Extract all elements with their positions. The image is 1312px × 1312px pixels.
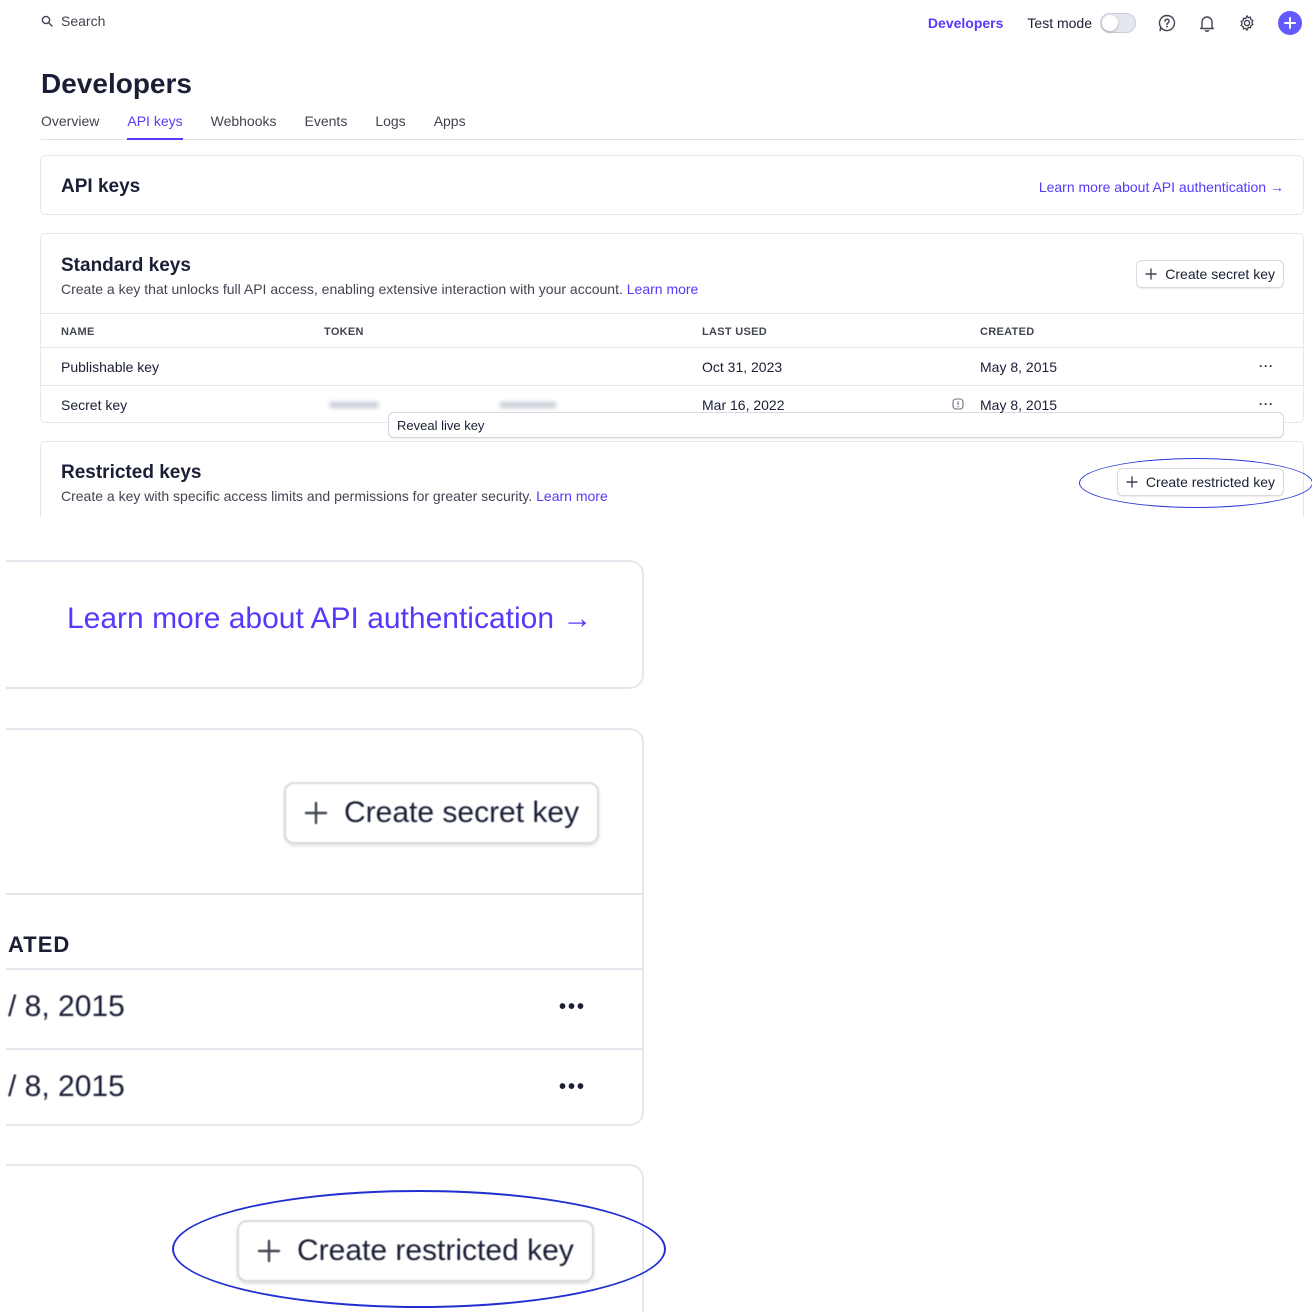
key-name: Secret key <box>61 397 128 413</box>
row-more-menu[interactable]: ··· <box>1259 397 1274 411</box>
standard-keys-card: Standard keys Create a key that unlocks … <box>40 233 1304 438</box>
plus-icon <box>1145 268 1157 280</box>
info-icon[interactable] <box>952 398 964 410</box>
tab-logs[interactable]: Logs <box>375 112 405 140</box>
column-token: TOKEN <box>324 326 364 338</box>
standard-keys-title: Standard keys <box>61 255 191 276</box>
key-last-used: Mar 16, 2022 <box>702 397 785 413</box>
zoom-created-date: / 8, 2015 <box>8 1070 125 1103</box>
tab-webhooks[interactable]: Webhooks <box>211 112 277 140</box>
column-name: NAME <box>61 326 95 338</box>
api-keys-title: API keys <box>61 176 141 197</box>
tab-events[interactable]: Events <box>305 112 348 140</box>
create-secret-key-button[interactable]: Create secret key <box>1136 260 1284 288</box>
developers-link[interactable]: Developers <box>928 15 1003 31</box>
row-more-menu[interactable]: ··· <box>1259 359 1274 373</box>
search-icon <box>41 15 53 27</box>
gear-icon[interactable] <box>1238 14 1256 32</box>
column-created: CREATED <box>980 326 1035 338</box>
zoom-standard-keys-card: Create secret key ATED / 8, 2015 ••• / 8… <box>6 728 644 1126</box>
table-header: NAME TOKEN LAST USED CREATED <box>41 313 1303 348</box>
standard-keys-description: Create a key that unlocks full API acces… <box>61 281 698 297</box>
key-last-used: Oct 31, 2023 <box>702 359 783 375</box>
divider <box>6 1048 642 1050</box>
zoom-column-created: ATED <box>8 932 71 957</box>
divider <box>6 893 642 895</box>
zoom-highlight-ellipse <box>172 1190 666 1308</box>
zoom-create-secret-key-button[interactable]: Create secret key <box>284 782 600 844</box>
restricted-keys-desc-text: Create a key with specific access limits… <box>61 488 533 504</box>
zoom-created-date: / 8, 2015 <box>8 990 125 1023</box>
divider <box>6 968 642 970</box>
column-last-used: LAST USED <box>702 326 768 338</box>
highlight-ellipse <box>1079 458 1312 508</box>
test-mode-toggle[interactable] <box>1100 13 1136 33</box>
restricted-keys-title: Restricted keys <box>61 462 202 483</box>
table-row[interactable]: Secret key Reveal live key Mar 16, 2022 … <box>41 386 1303 438</box>
plus-icon <box>304 801 328 825</box>
key-name: Publishable key <box>61 359 160 375</box>
reveal-live-key-button[interactable]: Reveal live key <box>388 412 1284 438</box>
search-input[interactable]: Search <box>41 13 105 29</box>
tab-overview[interactable]: Overview <box>41 112 99 140</box>
search-placeholder: Search <box>61 13 106 29</box>
zoom-create-secret-key-label: Create secret key <box>344 796 580 829</box>
standard-keys-learn-more[interactable]: Learn more <box>627 281 699 297</box>
key-created: May 8, 2015 <box>980 397 1058 413</box>
zoom-api-keys-card: Learn more about API authentication → <box>6 560 644 689</box>
create-plus-button[interactable] <box>1278 11 1302 35</box>
learn-api-auth-link[interactable]: Learn more about API authentication → <box>1039 179 1284 195</box>
zoom-row-more-menu[interactable]: ••• <box>559 1076 586 1099</box>
restricted-keys-description: Create a key with specific access limits… <box>61 488 608 504</box>
tab-bar: Overview API keys Webhooks Events Logs A… <box>41 112 1303 140</box>
create-secret-key-label: Create secret key <box>1165 266 1275 282</box>
keys-table: NAME TOKEN LAST USED CREATED Publishable… <box>41 313 1303 438</box>
key-created: May 8, 2015 <box>980 359 1058 375</box>
page-title: Developers <box>41 68 192 99</box>
tab-api-keys[interactable]: API keys <box>127 112 183 140</box>
tab-apps[interactable]: Apps <box>434 112 466 140</box>
api-keys-card: API keys Learn more about API authentica… <box>40 155 1304 215</box>
zoom-row-more-menu[interactable]: ••• <box>559 996 586 1019</box>
zoom-learn-api-auth-link[interactable]: Learn more about API authentication → <box>67 602 592 636</box>
table-row[interactable]: Publishable key Oct 31, 2023 May 8, 2015… <box>41 348 1303 386</box>
test-mode-label: Test mode <box>1027 15 1092 31</box>
plus-icon <box>1284 17 1296 29</box>
top-bar: Search Developers Test mode <box>0 0 1312 46</box>
standard-keys-desc-text: Create a key that unlocks full API acces… <box>61 281 623 297</box>
zoom-inset: Learn more about API authentication → Cr… <box>0 540 1312 1312</box>
help-icon[interactable] <box>1158 14 1176 32</box>
bell-icon[interactable] <box>1198 14 1216 32</box>
restricted-keys-learn-more[interactable]: Learn more <box>536 488 608 504</box>
